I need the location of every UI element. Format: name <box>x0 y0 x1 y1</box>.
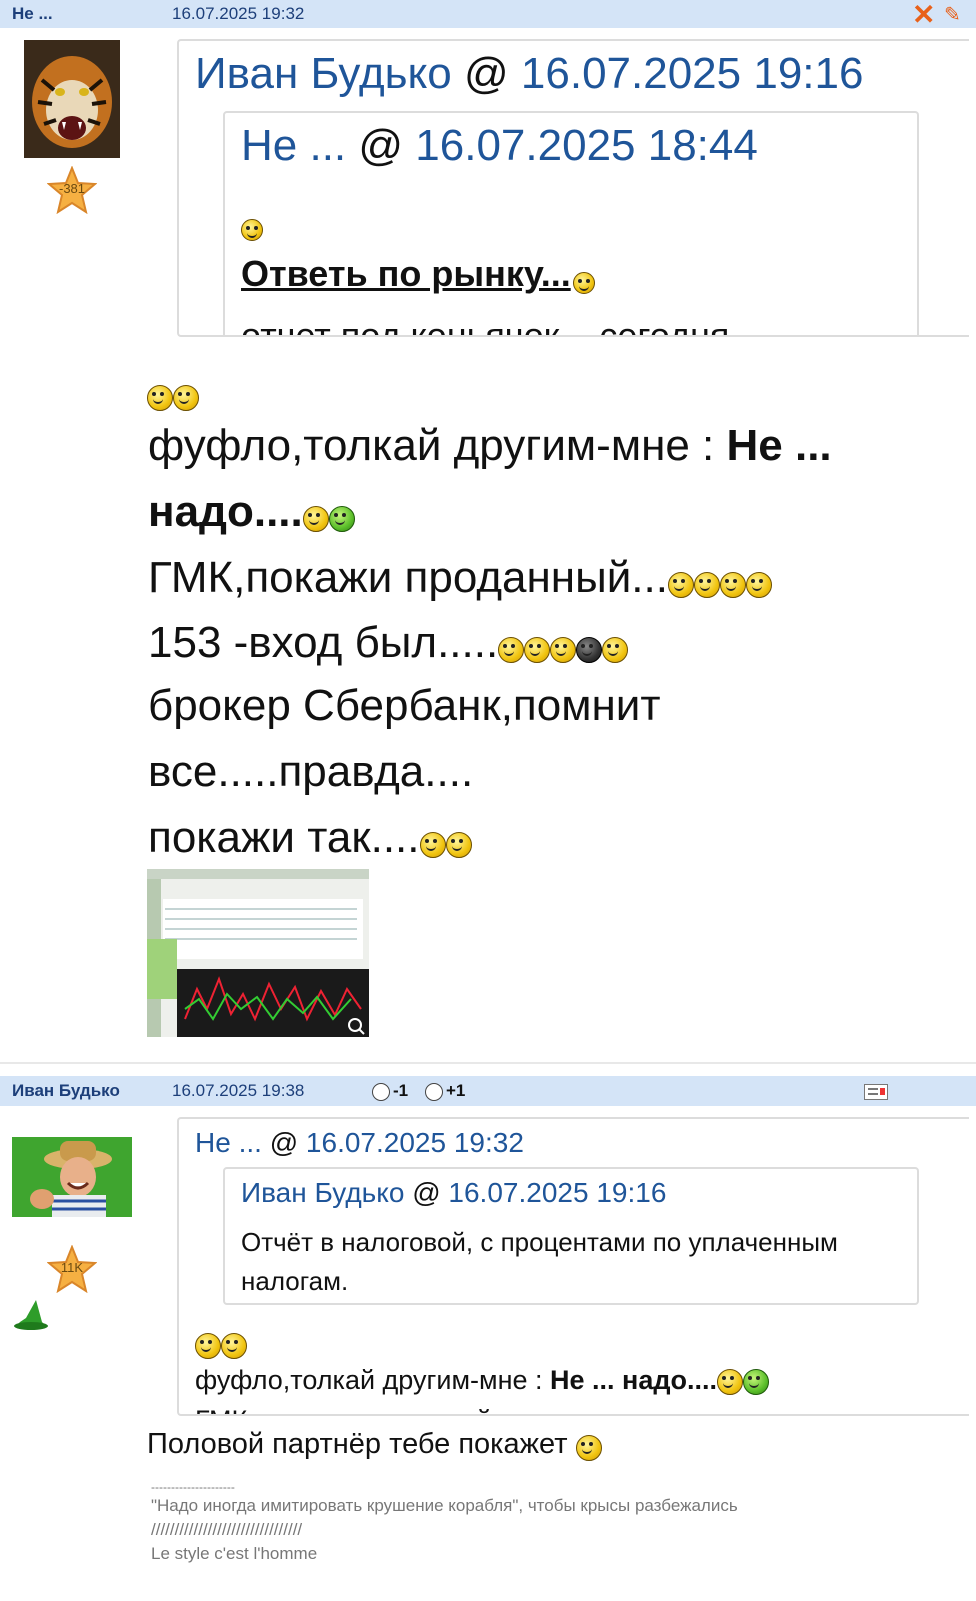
laughing-icon <box>575 1435 602 1461</box>
quote-at: @ <box>358 121 404 170</box>
post-reply: Половой партнёр тебе покажет <box>147 1428 602 1461</box>
signature: --------------------- "Надо иногда имити… <box>151 1480 738 1566</box>
radioactive-icon <box>550 637 577 663</box>
quote-line-bold: Не ... надо.... <box>550 1365 717 1395</box>
quote-heading[interactable]: Ответь по рынку... <box>241 253 595 295</box>
post-date: 16.07.2025 19:38 <box>172 1081 305 1100</box>
laughing-icon <box>221 1333 247 1359</box>
waving-smiley-icon <box>602 637 629 663</box>
quote-line: фуфло,толкай другим-мне : Не ... надо...… <box>195 1365 769 1396</box>
post-text-line: все.....правда.... <box>148 747 474 796</box>
post-divider <box>0 1062 976 1064</box>
vote-minus[interactable]: -1 <box>372 1081 408 1101</box>
quote-header: Не ... @ 16.07.2025 19:32 <box>195 1127 524 1159</box>
quote-author[interactable]: Иван Будько <box>241 1177 404 1208</box>
quote-line-text: фуфло,толкай другим-мне : <box>195 1365 550 1395</box>
image-thumbnail[interactable] <box>147 869 369 1037</box>
post-text: фуфло,толкай другим-мне : <box>148 421 727 470</box>
quote-cut-text: отчет под коньячок ...сегодня- <box>241 315 742 337</box>
quote-header: Не ... @ 16.07.2025 18:44 <box>241 121 758 171</box>
laughing-icon <box>195 1333 221 1359</box>
reply-text: Половой партнёр тебе покажет <box>147 1428 568 1460</box>
post-text: 153 -вход был..... <box>148 618 499 667</box>
radio-button[interactable] <box>425 1082 443 1101</box>
quote-at: @ <box>412 1177 441 1208</box>
sick-smiley-icon <box>328 506 355 532</box>
post-header: Иван Будько 16.07.2025 19:38 -1 +1 <box>0 1076 976 1106</box>
smiley-icon <box>572 272 595 294</box>
smiley-icon <box>716 1369 743 1395</box>
smiley-icon <box>445 832 472 858</box>
avatar[interactable] <box>12 1137 132 1217</box>
shocked-icon <box>524 637 551 663</box>
smiley-icon <box>745 572 772 598</box>
signature-divider: --------------------- <box>151 1480 235 1494</box>
post-text-bold: Не ... <box>726 421 832 470</box>
rating-badge: 11K <box>46 1244 98 1294</box>
wizard-hat-icon <box>12 1296 50 1332</box>
post-header: Не ... 16.07.2025 19:32 ✕ ✎ <box>0 0 976 31</box>
post-text-line: покажи так.... <box>148 812 472 865</box>
post-text-line: ГМК,покажи проданный... <box>148 552 772 605</box>
post-text: покажи так.... <box>148 813 420 862</box>
laughing-icon <box>693 572 720 598</box>
post-author[interactable]: Не ... <box>12 4 53 24</box>
nested-quote-block: Не ... @ 16.07.2025 18:44 Ответь по рынк… <box>223 111 919 337</box>
quote-at: @ <box>269 1127 299 1158</box>
smiley-group <box>147 385 199 411</box>
post-text-line: 153 -вход был..... <box>148 617 629 670</box>
quote-author[interactable]: Иван Будько <box>195 49 452 98</box>
post-text-line: фуфло,толкай другим-мне : Не ... <box>148 420 832 473</box>
laughing-icon <box>173 385 199 411</box>
smiley-icon <box>302 506 329 532</box>
avatar[interactable] <box>24 40 120 158</box>
vote-plus-label: +1 <box>446 1081 466 1100</box>
post-author[interactable]: Иван Будько <box>12 1081 120 1101</box>
post-date: 16.07.2025 19:32 <box>172 4 305 23</box>
surprised-icon <box>498 637 525 663</box>
quote-text: Отчёт в налоговой, с процентами по уплач… <box>241 1227 838 1296</box>
post-text: ГМК,покажи проданный... <box>148 553 668 602</box>
vote-minus-label: -1 <box>393 1081 409 1100</box>
signature-motto: Le style c'est l'homme <box>151 1544 318 1563</box>
post-text-bold: надо.... <box>148 487 303 536</box>
post-text-line: надо.... <box>148 486 355 539</box>
signature-slashes: //////////////////////////////// <box>151 1520 303 1539</box>
quote-heading-text[interactable]: Ответь по рынку... <box>241 253 571 294</box>
smiley-icon <box>419 832 446 858</box>
edit-icon[interactable]: ✎ <box>944 2 961 27</box>
nested-quote-block: Иван Будько @ 16.07.2025 19:16 Отчёт в н… <box>223 1167 919 1305</box>
glasses-smiley-icon <box>576 637 603 663</box>
laughing-icon <box>667 572 694 598</box>
radio-button[interactable] <box>372 1082 390 1101</box>
message-icon[interactable] <box>864 1084 888 1100</box>
quote-block: Не ... @ 16.07.2025 19:32 Иван Будько @ … <box>177 1117 969 1416</box>
quote-date[interactable]: 16.07.2025 18:44 <box>415 121 758 170</box>
laughing-icon <box>719 572 746 598</box>
quote-at: @ <box>464 49 509 98</box>
smiley-icon <box>241 219 263 241</box>
smiley-group <box>195 1333 247 1359</box>
close-icon[interactable]: ✕ <box>912 0 935 31</box>
vote-plus[interactable]: +1 <box>425 1081 465 1101</box>
quote-header: Иван Будько @ 16.07.2025 19:16 <box>195 49 863 99</box>
laughing-icon <box>147 385 173 411</box>
quote-author[interactable]: Не ... <box>195 1127 262 1158</box>
sick-smiley-icon <box>742 1369 769 1395</box>
quote-header: Иван Будько @ 16.07.2025 19:16 <box>241 1177 666 1209</box>
quote-block: Иван Будько @ 16.07.2025 19:16 Не ... @ … <box>177 39 969 337</box>
quote-date[interactable]: 16.07.2025 19:32 <box>306 1127 524 1158</box>
quote-date[interactable]: 16.07.2025 19:16 <box>448 1177 666 1208</box>
quote-date[interactable]: 16.07.2025 19:16 <box>521 49 864 98</box>
post-text-line: брокер Сбербанк,помнит <box>148 681 661 730</box>
signature-quote: "Надо иногда имитировать крушение корабл… <box>151 1496 738 1515</box>
quote-author[interactable]: Не ... <box>241 121 346 170</box>
quote-cut-text: ГМК,покажи проданный... <box>195 1405 514 1414</box>
rating-badge: -381 <box>46 165 98 215</box>
